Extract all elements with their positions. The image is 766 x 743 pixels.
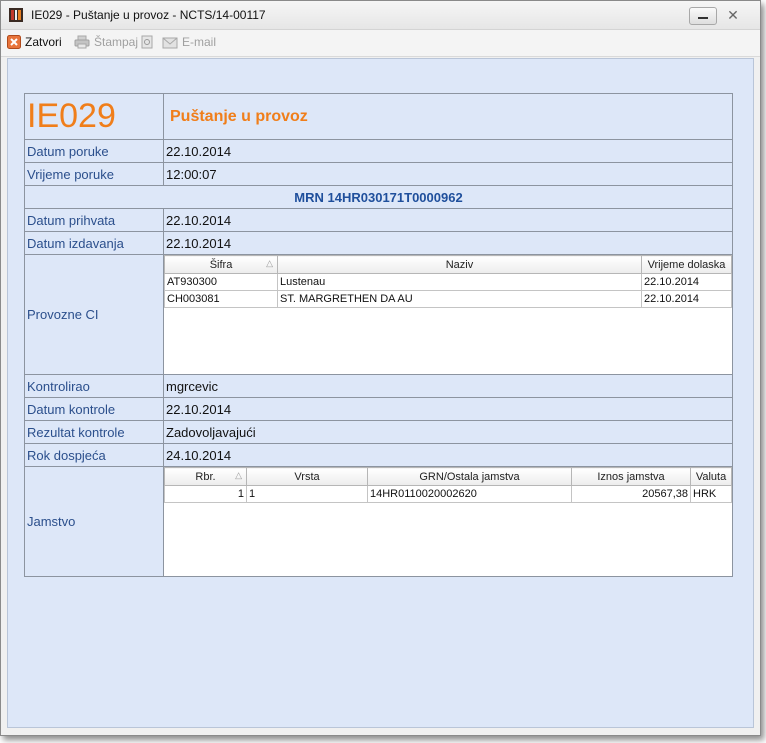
kontrolirao-value: mgrcevic — [163, 374, 733, 398]
vrijeme-poruke-label: Vrijeme poruke — [24, 162, 164, 186]
window-title: IE029 - Puštanje u provoz - NCTS/14-0011… — [31, 8, 266, 22]
datum-izdavanja-label: Datum izdavanja — [24, 231, 164, 255]
app-window: IE029 - Puštanje u provoz - NCTS/14-0011… — [0, 0, 761, 736]
grid-cell: Lustenau — [277, 273, 642, 291]
grid-header-naziv[interactable]: Naziv — [277, 255, 642, 274]
toolbar: Zatvori Štampaj E-mail — [1, 30, 760, 57]
print-button[interactable]: Štampaj — [74, 35, 138, 49]
table-row[interactable]: 1 1 14HR0110020002620 20567,38 HRK — [164, 485, 732, 503]
grid-cell: 1 — [164, 485, 247, 503]
grid-cell: 1 — [246, 485, 368, 503]
grid-cell: 22.10.2014 — [641, 290, 732, 308]
email-label: E-mail — [182, 35, 217, 49]
print-preview-icon — [141, 35, 153, 49]
rezultat-kontrole-label: Rezultat kontrole — [24, 420, 164, 444]
table-row[interactable]: CH003081 ST. MARGRETHEN DA AU 22.10.2014 — [164, 290, 732, 308]
title-bar[interactable]: IE029 - Puštanje u provoz - NCTS/14-0011… — [1, 1, 760, 30]
message-form: IE029 Puštanje u provoz Datum poruke 22.… — [24, 93, 733, 577]
header-label: Šifra — [209, 258, 233, 271]
datum-poruke-label: Datum poruke — [24, 139, 164, 163]
print-label: Štampaj — [94, 35, 139, 49]
vrijeme-poruke-value: 12:00:07 — [163, 162, 733, 186]
datum-poruke-value: 22.10.2014 — [163, 139, 733, 163]
grid-header-grn[interactable]: GRN/Ostala jamstva — [367, 467, 572, 486]
mrn-number: MRN 14HR030171T0000962 — [24, 185, 733, 209]
email-icon — [162, 37, 178, 49]
rok-dospjeca-label: Rok dospjeća — [24, 443, 164, 467]
printer-icon — [74, 35, 90, 49]
grid-header-vrsta[interactable]: Vrsta — [246, 467, 368, 486]
grid-header-vrijeme-dolaska[interactable]: Vrijeme dolaska — [641, 255, 732, 274]
provozne-grid: Šifra △ Naziv Vrijeme dolaska AT930300 Lu… — [164, 255, 732, 308]
close-button[interactable]: Zatvori — [7, 35, 62, 49]
email-button[interactable]: E-mail — [162, 35, 216, 49]
provozne-grid-container: Šifra △ Naziv Vrijeme dolaska AT930300 Lu… — [163, 254, 733, 375]
jamstvo-label: Jamstvo — [24, 466, 164, 577]
provozne-label: Provozne CI — [24, 254, 164, 375]
sort-asc-icon: △ — [235, 470, 242, 480]
rok-dospjeca-value: 24.10.2014 — [163, 443, 733, 467]
datum-izdavanja-value: 22.10.2014 — [163, 231, 733, 255]
datum-kontrole-value: 22.10.2014 — [163, 397, 733, 421]
grid-header-valuta[interactable]: Valuta — [690, 467, 732, 486]
minimize-button[interactable] — [689, 7, 717, 25]
datum-prihvata-label: Datum prihvata — [24, 208, 164, 232]
datum-kontrole-label: Datum kontrole — [24, 397, 164, 421]
grid-header-sifra[interactable]: Šifra △ — [164, 255, 278, 274]
grid-cell: ST. MARGRETHEN DA AU — [277, 290, 642, 308]
grid-cell: CH003081 — [164, 290, 278, 308]
close-window-button[interactable]: ✕ — [721, 7, 745, 23]
jamstvo-grid: Rbr. △ Vrsta GRN/Ostala jamstva Iznos jam… — [164, 467, 732, 503]
jamstvo-grid-container: Rbr. △ Vrsta GRN/Ostala jamstva Iznos jam… — [163, 466, 733, 577]
app-icon — [9, 8, 23, 22]
grid-cell: AT930300 — [164, 273, 278, 291]
header-label: Rbr. — [195, 470, 216, 483]
datum-prihvata-value: 22.10.2014 — [163, 208, 733, 232]
document-panel: IE029 Puštanje u provoz Datum poruke 22.… — [7, 58, 754, 728]
preview-button[interactable] — [140, 35, 158, 49]
grid-header-rbr[interactable]: Rbr. △ — [164, 467, 247, 486]
grid-cell: 20567,38 — [571, 485, 691, 503]
close-label: Zatvori — [25, 35, 62, 49]
kontrolirao-label: Kontrolirao — [24, 374, 164, 398]
grid-cell: HRK — [690, 485, 732, 503]
grid-cell: 14HR0110020002620 — [367, 485, 572, 503]
close-icon — [7, 35, 21, 49]
table-row[interactable]: AT930300 Lustenau 22.10.2014 — [164, 273, 732, 291]
message-code: IE029 — [24, 93, 164, 140]
message-title: Puštanje u provoz — [163, 93, 733, 140]
sort-asc-icon: △ — [266, 258, 273, 268]
grid-cell: 22.10.2014 — [641, 273, 732, 291]
grid-header-iznos[interactable]: Iznos jamstva — [571, 467, 691, 486]
rezultat-kontrole-value: Zadovoljavajući — [163, 420, 733, 444]
